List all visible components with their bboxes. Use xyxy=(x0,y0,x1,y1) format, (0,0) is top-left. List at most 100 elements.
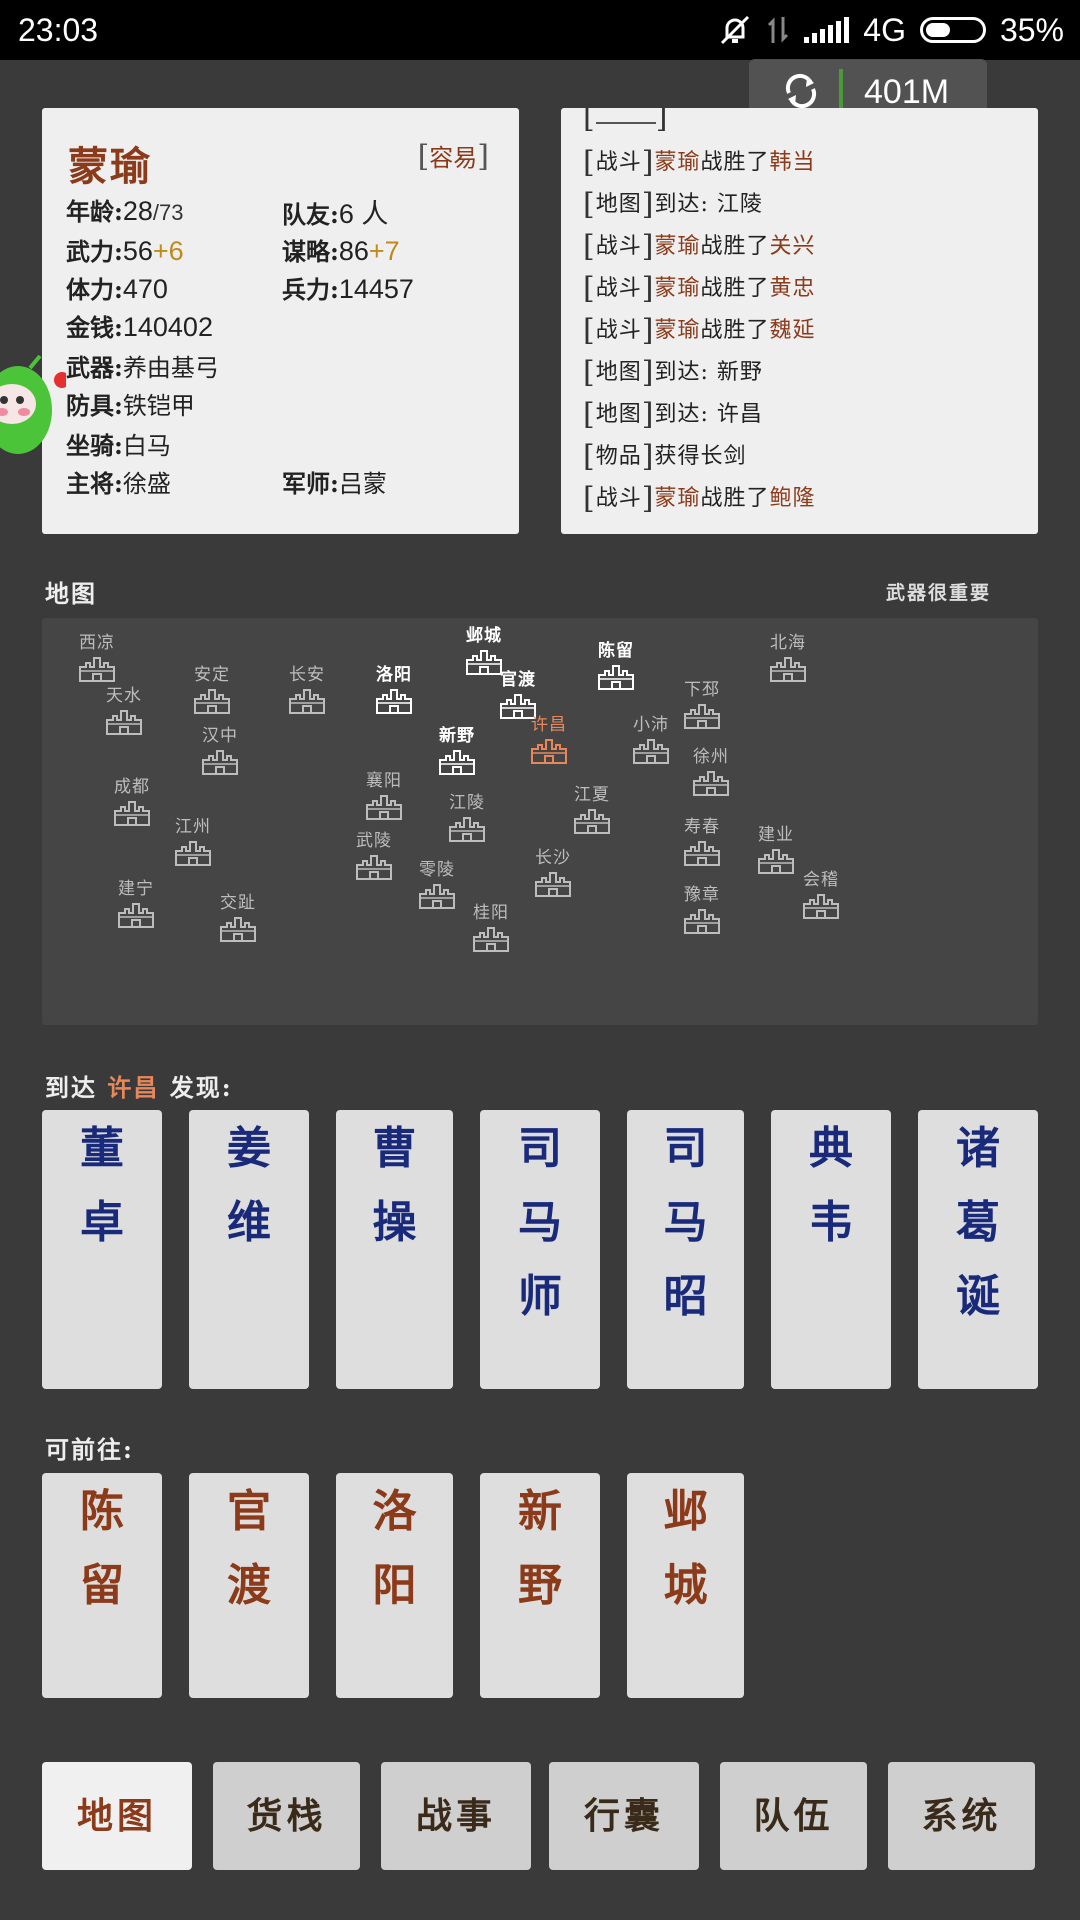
map-city[interactable]: 江陵 xyxy=(437,788,497,843)
city-name: 小沛 xyxy=(633,715,669,735)
battery-level: 35% xyxy=(999,11,1064,48)
map-city[interactable]: 下邳 xyxy=(672,675,732,730)
log-entry: [地图]到达: 许昌 xyxy=(583,397,763,432)
map-city[interactable]: 会稽 xyxy=(791,865,851,920)
map-city[interactable]: 寿春 xyxy=(672,812,732,867)
mascot-floating-icon[interactable] xyxy=(0,352,66,462)
map-city[interactable]: 豫章 xyxy=(672,880,732,935)
castle-icon xyxy=(419,884,455,909)
castle-icon xyxy=(684,841,720,866)
castle-icon xyxy=(449,817,485,842)
log-entry: [物品]获得长剑 xyxy=(583,439,747,474)
map-city[interactable]: 襄阳 xyxy=(354,766,414,821)
map-city[interactable]: 汉中 xyxy=(190,721,250,776)
destination-card[interactable]: 邺城 xyxy=(627,1473,744,1698)
castle-icon xyxy=(531,739,567,764)
castle-icon xyxy=(439,750,475,775)
map-city[interactable]: 江夏 xyxy=(562,780,622,835)
teammates-row: 队友:6 人 xyxy=(282,199,389,229)
person-card[interactable]: 姜维 xyxy=(189,1110,309,1389)
nav-tab[interactable]: 地图 xyxy=(42,1762,192,1870)
person-card[interactable]: 诸葛诞 xyxy=(918,1110,1038,1389)
advisor-row: 军师:吕蒙 xyxy=(282,469,387,498)
castle-icon xyxy=(106,710,142,735)
map-city[interactable]: 许昌 xyxy=(519,710,579,765)
character-name: 蒙瑜 xyxy=(68,143,152,190)
map-city[interactable]: 建宁 xyxy=(106,874,166,929)
city-name: 新野 xyxy=(439,726,475,746)
castle-icon xyxy=(803,894,839,919)
map-city[interactable]: 小沛 xyxy=(621,710,681,765)
map-city[interactable]: 洛阳 xyxy=(364,660,424,715)
map-city[interactable]: 北海 xyxy=(758,628,818,683)
person-name-char: 司 xyxy=(518,1123,562,1174)
castle-icon xyxy=(366,795,402,820)
castle-icon xyxy=(758,849,794,874)
destination-card[interactable]: 新野 xyxy=(480,1473,600,1698)
map-city[interactable]: 零陵 xyxy=(407,855,467,910)
log-entry: [地图]到达: 江陵 xyxy=(583,187,763,222)
data-transfer-icon xyxy=(768,17,789,43)
city-name: 汉中 xyxy=(202,726,238,746)
person-name-char: 姜 xyxy=(227,1123,271,1174)
log-entry-clipped: [] xyxy=(583,108,669,135)
general-row: 主将:徐盛 xyxy=(66,469,171,498)
nav-tab[interactable]: 队伍 xyxy=(720,1762,867,1870)
castle-icon xyxy=(633,739,669,764)
destination-name-char: 官 xyxy=(227,1486,271,1537)
city-name: 徐州 xyxy=(693,747,729,767)
person-card[interactable]: 司马昭 xyxy=(627,1110,744,1389)
castle-icon xyxy=(684,909,720,934)
nav-tab[interactable]: 战事 xyxy=(381,1762,531,1870)
city-name: 天水 xyxy=(106,686,142,706)
city-name: 洛阳 xyxy=(376,665,412,685)
person-name-char: 师 xyxy=(518,1271,562,1322)
nav-tab[interactable]: 行囊 xyxy=(549,1762,699,1870)
destination-name-char: 陈 xyxy=(80,1486,124,1537)
city-name: 邺城 xyxy=(466,626,502,646)
city-name: 襄阳 xyxy=(366,771,402,791)
map-city[interactable]: 天水 xyxy=(94,681,154,736)
log-entry: [战斗]蒙瑜战胜了魏延 xyxy=(583,313,816,348)
city-name: 江州 xyxy=(175,817,211,837)
log-entry: [战斗]蒙瑜战胜了黄忠 xyxy=(583,271,816,306)
map-city[interactable]: 陈留 xyxy=(586,636,646,691)
log-entry: [战斗]蒙瑜战胜了韩当 xyxy=(583,145,816,180)
city-name: 建宁 xyxy=(118,879,154,899)
map-city[interactable]: 长沙 xyxy=(523,843,583,898)
difficulty-badge[interactable]: [容易] xyxy=(418,138,489,174)
castle-icon xyxy=(598,665,634,690)
map-city[interactable]: 西凉 xyxy=(67,628,127,683)
travel-title: 可前往: xyxy=(45,1435,134,1464)
log-entry: [战斗]蒙瑜战胜了鲍隆 xyxy=(583,481,816,516)
map-city[interactable]: 成都 xyxy=(102,772,162,827)
world-map: 西凉天水 安定 长安 洛阳 邺城官渡 陈留 北海 下邳许昌 小沛汉中 新野徐州成都 襄阳江陵 江夏江州… xyxy=(42,618,1038,1025)
map-city[interactable]: 安定 xyxy=(182,660,242,715)
destination-name-char: 阳 xyxy=(372,1560,417,1611)
destination-name-char: 野 xyxy=(518,1560,562,1611)
person-card[interactable]: 董卓 xyxy=(42,1110,162,1389)
map-city[interactable]: 武陵 xyxy=(344,826,404,881)
sync-icon xyxy=(785,73,817,109)
castle-icon xyxy=(684,704,720,729)
destination-card[interactable]: 官渡 xyxy=(189,1473,309,1698)
map-city[interactable]: 交趾 xyxy=(208,888,268,943)
map-city[interactable]: 长安 xyxy=(277,660,337,715)
city-name: 西凉 xyxy=(79,633,115,653)
person-card[interactable]: 司马师 xyxy=(480,1110,600,1389)
nav-tab[interactable]: 货栈 xyxy=(213,1762,360,1870)
map-city[interactable]: 徐州 xyxy=(681,742,741,797)
castle-icon xyxy=(114,801,150,826)
nav-tab[interactable]: 系统 xyxy=(888,1762,1035,1870)
person-name-char: 操 xyxy=(372,1197,417,1248)
map-tip: 武器很重要 xyxy=(886,582,992,604)
map-city[interactable]: 江州 xyxy=(163,812,223,867)
person-name-char: 董 xyxy=(80,1123,124,1174)
person-card[interactable]: 典韦 xyxy=(771,1110,891,1389)
destination-card[interactable]: 洛阳 xyxy=(336,1473,453,1698)
city-name: 官渡 xyxy=(500,670,536,690)
person-card[interactable]: 曹操 xyxy=(336,1110,453,1389)
map-city[interactable]: 新野 xyxy=(427,721,487,776)
map-city[interactable]: 桂阳 xyxy=(461,898,521,953)
destination-card[interactable]: 陈留 xyxy=(42,1473,162,1698)
